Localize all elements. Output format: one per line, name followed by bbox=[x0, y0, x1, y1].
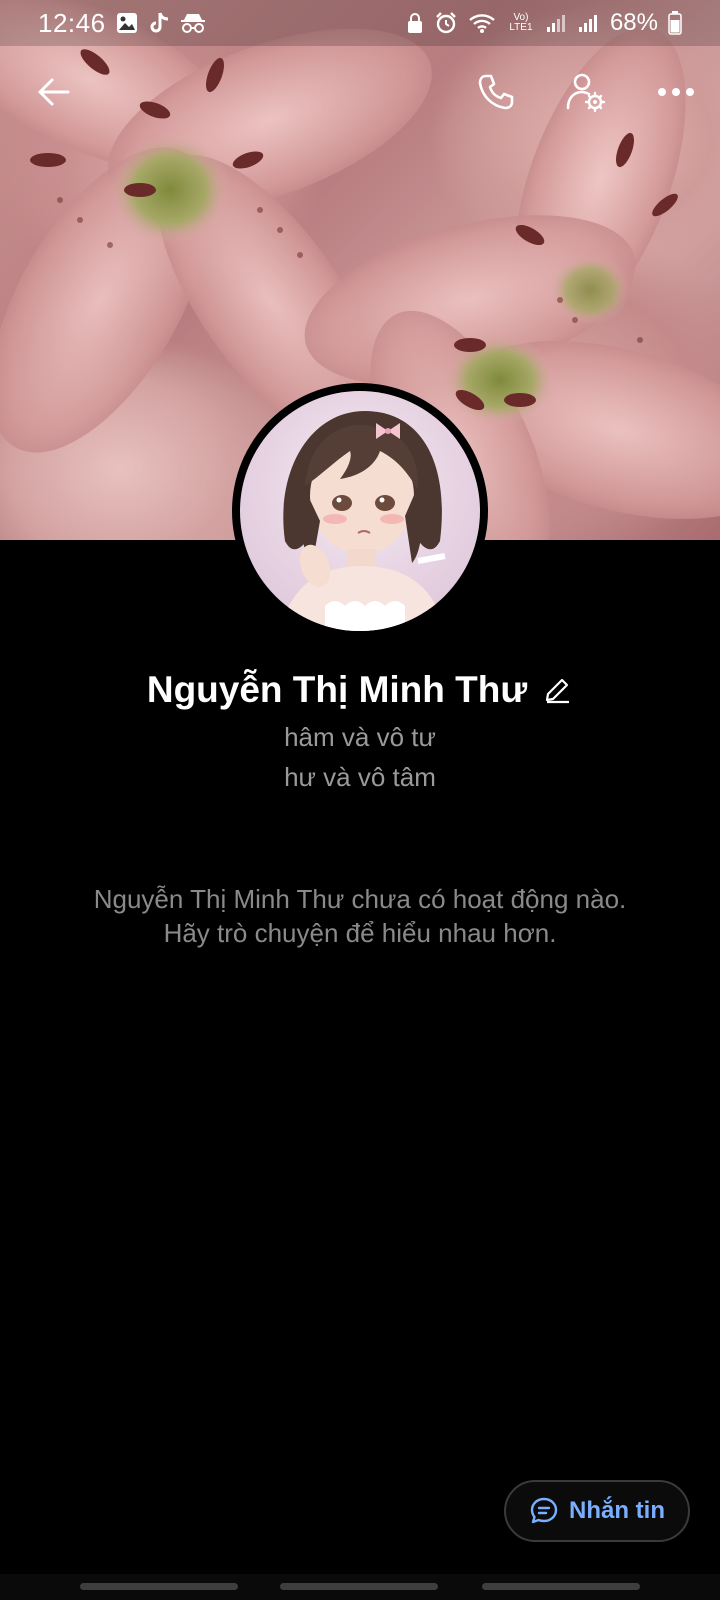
signal-icon bbox=[578, 13, 600, 33]
vpn-lock-icon bbox=[406, 12, 424, 34]
profile-bio-line: hâm và vô tư bbox=[284, 722, 436, 752]
arrow-left-icon bbox=[38, 78, 70, 106]
status-bar-right: Vo) LTE1 68% bbox=[406, 9, 682, 37]
nav-home-handle[interactable] bbox=[280, 1583, 438, 1590]
signal-icon bbox=[546, 13, 568, 33]
avatar[interactable] bbox=[232, 383, 488, 639]
alarm-icon bbox=[434, 11, 458, 35]
phone-icon bbox=[478, 74, 514, 110]
status-bar-left: 12:46 bbox=[38, 8, 206, 39]
chat-bubble-icon bbox=[530, 1497, 558, 1524]
pencil-icon bbox=[546, 678, 570, 704]
volte-icon: Vo) LTE1 bbox=[506, 13, 536, 33]
nav-back-handle[interactable] bbox=[482, 1583, 640, 1590]
status-time: 12:46 bbox=[38, 7, 106, 38]
call-button[interactable] bbox=[470, 66, 522, 118]
status-bar: 12:46 Vo) LTE1 68% bbox=[0, 0, 720, 46]
profile-settings-button[interactable] bbox=[560, 66, 612, 118]
nav-recents-handle[interactable] bbox=[80, 1583, 238, 1590]
send-message-label: Nhắn tin bbox=[569, 1497, 665, 1524]
avatar-image bbox=[240, 391, 480, 631]
top-nav bbox=[0, 56, 720, 126]
empty-state-text: Nguyễn Thị Minh Thư chưa có hoạt động nà… bbox=[93, 884, 627, 914]
back-button[interactable] bbox=[28, 66, 80, 118]
battery-percent: 68% bbox=[609, 9, 658, 36]
battery-icon bbox=[668, 11, 682, 35]
anime-girl-portrait bbox=[280, 411, 446, 631]
more-horizontal-icon bbox=[658, 88, 694, 96]
profile-bio-line: hư và vô tâm bbox=[284, 762, 436, 792]
wifi-icon bbox=[468, 12, 496, 34]
send-message-button[interactable]: Nhắn tin bbox=[504, 1480, 690, 1542]
profile-name-row: Nguyễn Thị Minh Thư bbox=[0, 665, 720, 715]
profile-name: Nguyễn Thị Minh Thư bbox=[146, 669, 528, 710]
gallery-icon bbox=[116, 12, 138, 34]
tiktok-icon bbox=[148, 11, 170, 35]
incognito-icon bbox=[180, 12, 206, 34]
more-options-button[interactable] bbox=[650, 66, 702, 118]
system-nav-bar bbox=[0, 1574, 720, 1600]
volte-label: Vo) LTE1 bbox=[509, 12, 533, 33]
empty-state-hint: Hãy trò chuyện để hiểu nhau hơn. bbox=[163, 918, 557, 948]
edit-name-button[interactable] bbox=[541, 674, 573, 706]
user-settings-icon bbox=[566, 73, 606, 113]
